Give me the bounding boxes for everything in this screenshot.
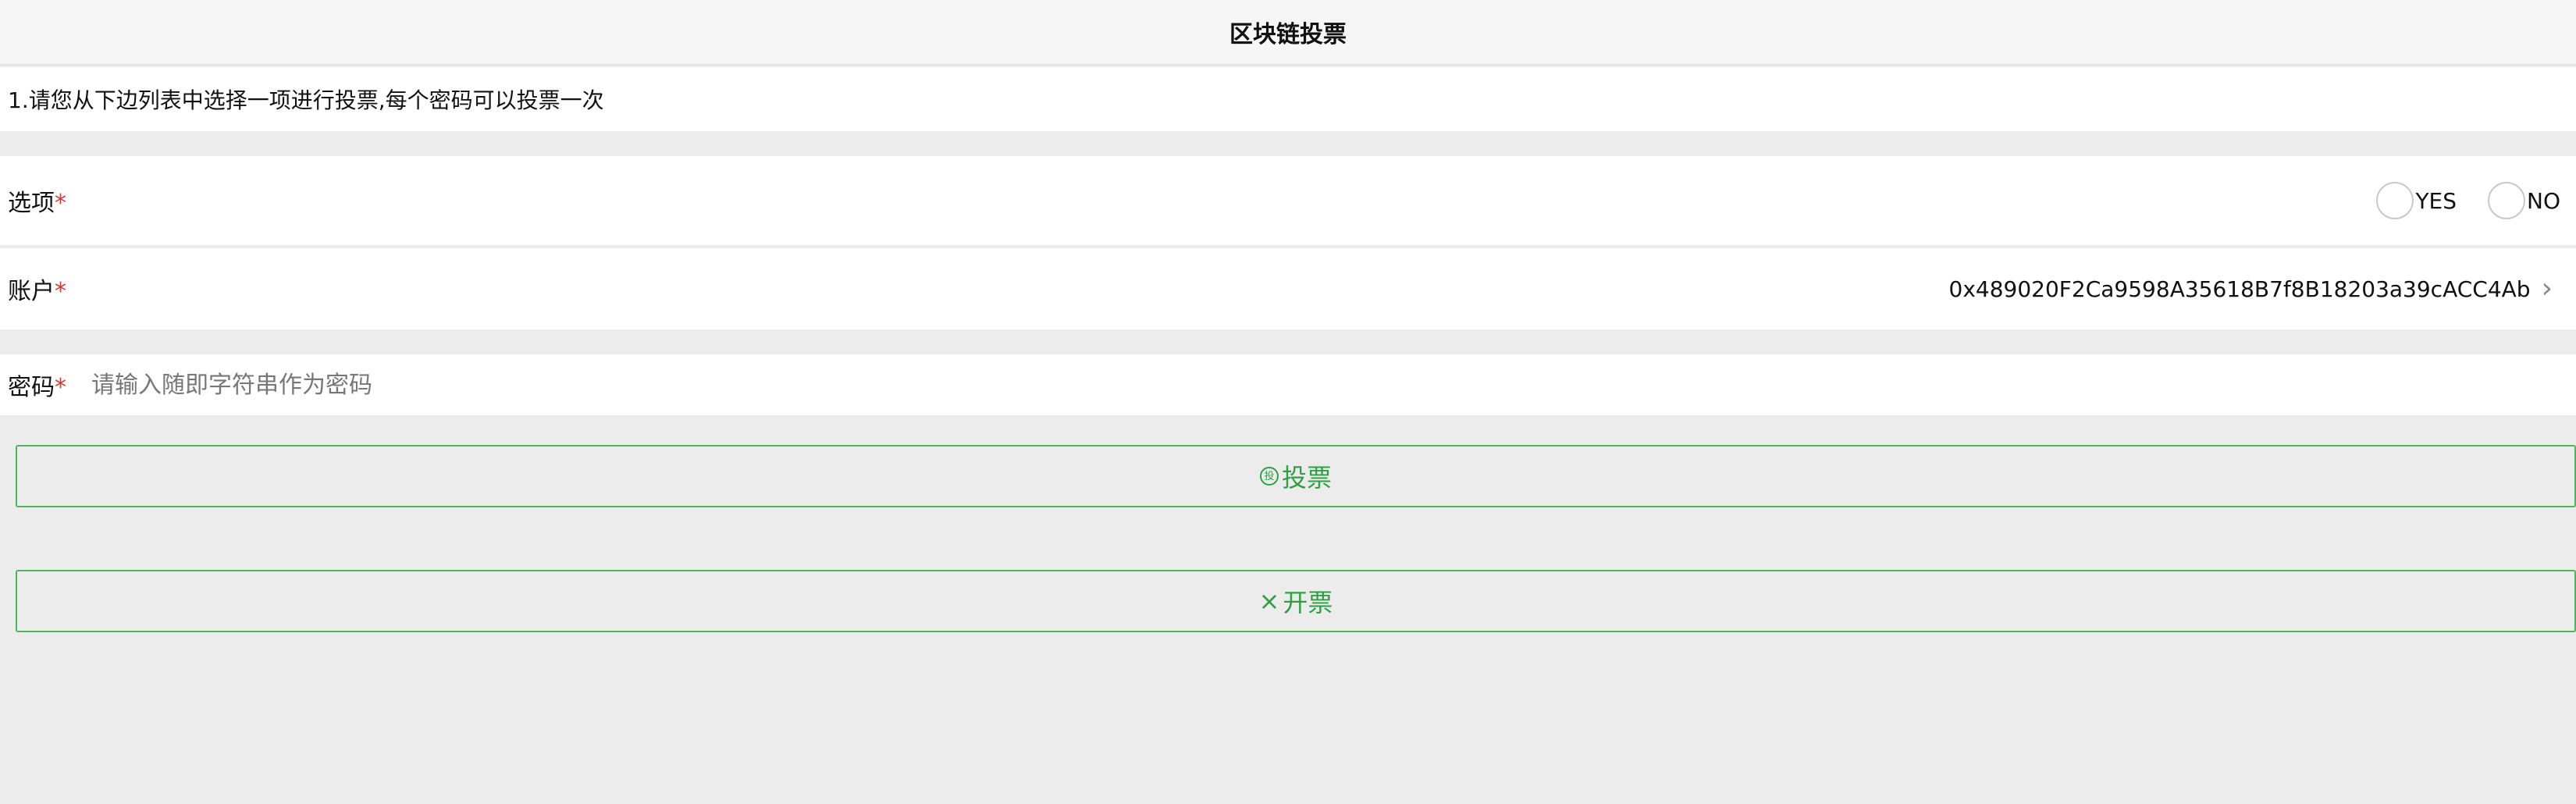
option-row: 选项* YES NO <box>0 156 2576 247</box>
account-label-text: 账户 <box>8 278 55 305</box>
open-ballot-button[interactable]: × 开票 <box>16 570 2576 632</box>
radio-yes-label: YES <box>2415 187 2457 214</box>
radio-no[interactable]: NO <box>2488 182 2560 219</box>
instruction-text: 1.请您从下边列表中选择一项进行投票,每个密码可以投票一次 <box>8 87 604 113</box>
password-row: 密码* <box>0 354 2576 415</box>
option-radio-group: YES NO <box>2376 156 2560 245</box>
chevron-right-icon[interactable]: › <box>2542 275 2553 303</box>
vote-button[interactable]: 投 投票 <box>16 445 2576 507</box>
account-address: 0x489020F2Ca9598A35618B7f8B18203a39cACC4… <box>1948 276 2531 302</box>
required-mark: * <box>55 190 66 217</box>
radio-circle-icon[interactable] <box>2488 182 2526 219</box>
radio-circle-icon[interactable] <box>2376 182 2414 219</box>
account-label: 账户* <box>8 272 66 306</box>
password-label: 密码* <box>8 368 66 402</box>
required-mark: * <box>55 278 66 305</box>
radio-yes[interactable]: YES <box>2376 182 2457 219</box>
password-label-text: 密码 <box>8 374 55 401</box>
app-header: 区块链投票 <box>0 0 2576 66</box>
required-mark: * <box>55 374 66 401</box>
open-ballot-button-label: 开票 <box>1283 588 1333 617</box>
instruction-banner: 1.请您从下边列表中选择一项进行投票,每个密码可以投票一次 <box>0 67 2576 131</box>
password-input[interactable] <box>90 370 1030 400</box>
account-selector[interactable]: 0x489020F2Ca9598A35618B7f8B18203a39cACC4… <box>1949 248 2553 329</box>
radio-no-label: NO <box>2527 187 2560 214</box>
option-label: 选项* <box>8 183 66 218</box>
vote-icon: 投 <box>1259 467 1279 486</box>
close-icon: × <box>1258 586 1280 616</box>
account-row[interactable]: 账户* 0x489020F2Ca9598A35618B7f8B18203a39c… <box>0 248 2576 329</box>
option-label-text: 选项 <box>8 190 55 217</box>
vote-button-label: 投票 <box>1281 463 1332 493</box>
page-title: 区块链投票 <box>1229 21 1347 48</box>
